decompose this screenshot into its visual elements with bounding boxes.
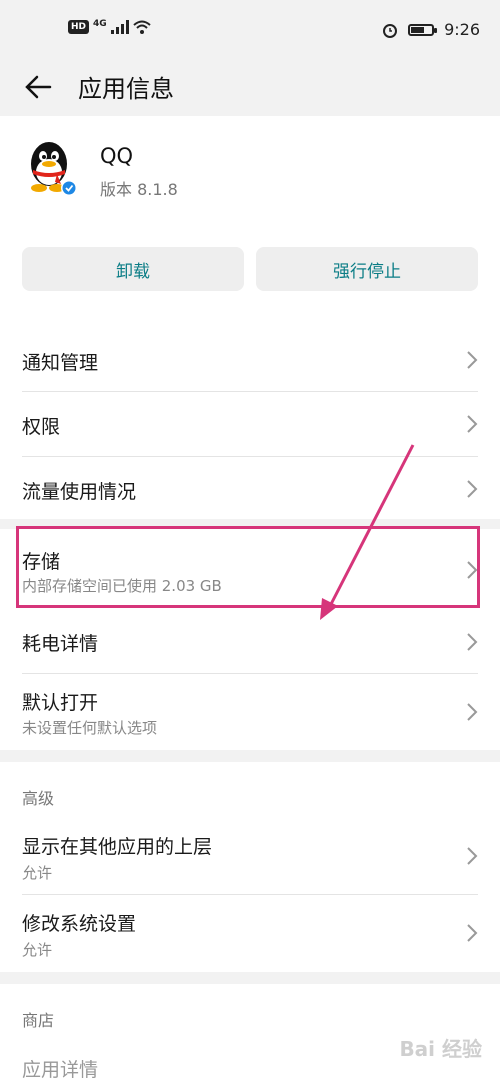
item-label: 应用详情 bbox=[22, 1059, 99, 1081]
signal-icon bbox=[110, 20, 129, 34]
item-label: 显示在其他应用的上层 bbox=[22, 836, 213, 858]
uninstall-button[interactable]: 卸载 bbox=[22, 247, 244, 291]
app-summary: QQ 版本 8.1.8 bbox=[0, 116, 500, 246]
battery-icon bbox=[408, 23, 438, 36]
chevron-right-icon bbox=[467, 415, 478, 433]
notification-management-item[interactable]: 通知管理 bbox=[0, 328, 500, 392]
item-label: 权限 bbox=[22, 416, 61, 438]
item-subtitle: 未设置任何默认选项 bbox=[22, 719, 158, 737]
item-label: 耗电详情 bbox=[22, 633, 99, 655]
clock: 9:26 bbox=[444, 20, 480, 39]
page-title: 应用信息 bbox=[78, 75, 174, 103]
chevron-right-icon bbox=[467, 924, 478, 942]
item-label: 默认打开 bbox=[22, 692, 99, 714]
watermark: Bai 经验 bbox=[399, 1037, 482, 1061]
modify-system-settings-item[interactable]: 修改系统设置 允许 bbox=[0, 895, 500, 971]
item-subtitle: 允许 bbox=[22, 941, 53, 959]
force-stop-button[interactable]: 强行停止 bbox=[256, 247, 478, 291]
default-open-item[interactable]: 默认打开 未设置任何默认选项 bbox=[0, 674, 500, 750]
data-usage-item[interactable]: 流量使用情况 bbox=[0, 457, 500, 519]
permissions-item[interactable]: 权限 bbox=[0, 392, 500, 456]
chevron-right-icon bbox=[467, 351, 478, 369]
item-label: 通知管理 bbox=[22, 352, 99, 374]
chevron-right-icon bbox=[467, 480, 478, 498]
chevron-right-icon bbox=[467, 703, 478, 721]
network-type: 4G bbox=[93, 19, 107, 29]
power-details-item[interactable]: 耗电详情 bbox=[0, 610, 500, 674]
section-gap bbox=[0, 972, 500, 984]
store-section-heading: 商店 bbox=[22, 1011, 55, 1030]
item-label: 修改系统设置 bbox=[22, 913, 137, 935]
back-arrow-icon[interactable] bbox=[22, 70, 56, 104]
status-icons-right: 9:26 bbox=[382, 20, 480, 39]
highlight-box bbox=[16, 526, 480, 608]
alarm-icon bbox=[383, 23, 398, 38]
app-bar: 应用信息 bbox=[0, 60, 500, 116]
status-icons-left: HD 4G bbox=[68, 19, 151, 34]
wifi-icon bbox=[133, 20, 151, 34]
section-gap bbox=[0, 750, 500, 762]
hd-badge: HD bbox=[68, 20, 90, 34]
item-subtitle: 允许 bbox=[22, 864, 53, 882]
item-label: 流量使用情况 bbox=[22, 481, 137, 503]
chevron-right-icon bbox=[467, 847, 478, 865]
status-bar: HD 4G 9:26 bbox=[0, 0, 500, 60]
app-version: 版本 8.1.8 bbox=[100, 180, 178, 199]
display-over-other-apps-item[interactable]: 显示在其他应用的上层 允许 bbox=[0, 818, 500, 894]
app-name: QQ bbox=[100, 144, 134, 168]
qq-app-icon bbox=[31, 142, 77, 196]
chevron-right-icon bbox=[467, 633, 478, 651]
advanced-section-heading: 高级 bbox=[22, 789, 55, 808]
